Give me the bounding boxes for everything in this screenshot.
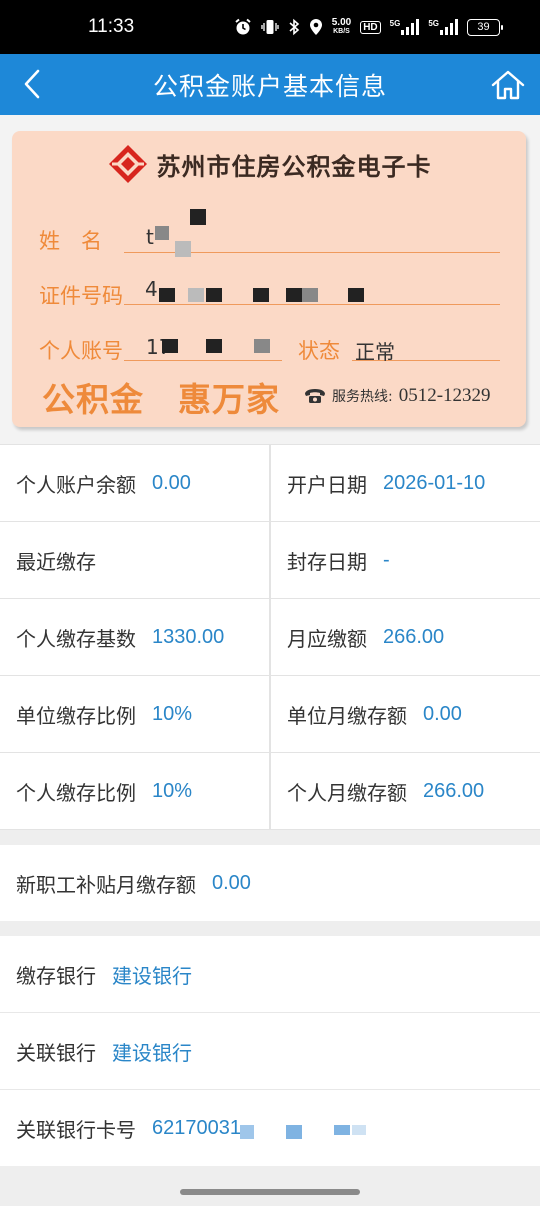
alarm-icon: [234, 18, 252, 36]
redaction-mask: [286, 288, 302, 302]
redaction-mask: [240, 1125, 254, 1139]
name-label: 姓 名: [39, 229, 102, 253]
account-label: 个人账号: [39, 339, 123, 363]
info-cell: 最近缴存: [0, 522, 269, 598]
hotline-label: 服务热线:: [332, 389, 393, 405]
location-icon: [309, 18, 323, 36]
info-cell: 封存日期 -: [271, 522, 540, 598]
home-indicator[interactable]: [180, 1189, 360, 1195]
redaction-mask: [190, 209, 206, 225]
redaction-mask: [348, 288, 364, 302]
id-underline: [124, 304, 500, 305]
fund-e-card: 苏州市住房公积金电子卡 姓 名 t 证件号码 4 个人账号 17 状态 正常 公…: [12, 131, 526, 427]
status-label: 状态: [298, 339, 340, 363]
deposit-bank-label: 缴存银行: [16, 963, 96, 988]
hd-icon: HD: [360, 20, 381, 34]
linked-card-value: 62170031: [152, 1116, 241, 1139]
status-bar: 11:33 5.00 KB/S HD 5G 5G 39: [0, 0, 540, 54]
vibrate-icon: [261, 18, 279, 36]
hotline-number[interactable]: 0512-12329: [399, 385, 491, 407]
redaction-mask: [286, 1125, 302, 1139]
bluetooth-icon: [288, 18, 300, 36]
account-info-grid: 个人账户余额 0.00 开户日期 2026-01-10 最近缴存 封存日期 - …: [0, 444, 540, 830]
redaction-mask: [159, 288, 175, 302]
back-button[interactable]: [16, 68, 48, 100]
home-icon: [491, 70, 525, 100]
linked-bank-value: 建设银行: [112, 1042, 192, 1065]
network-speed: 5.00 KB/S: [331, 17, 352, 36]
redaction-mask: [253, 288, 269, 302]
card-slogan: 公积金 惠万家: [42, 380, 280, 419]
redaction-mask: [254, 339, 270, 353]
info-cell: 个人月缴存额 266.00: [271, 753, 540, 829]
redaction-mask: [206, 339, 222, 353]
linked-card-row: 关联银行卡号 62170031: [0, 1090, 540, 1166]
redaction-mask: [206, 288, 222, 302]
card-title: 苏州市住房公积金电子卡: [156, 151, 432, 181]
fund-logo-icon: [108, 145, 147, 183]
subsidy-value: 0.00: [212, 871, 251, 894]
status-value: 正常: [355, 340, 395, 364]
name-value: t: [146, 225, 154, 249]
redaction-mask: [162, 339, 178, 353]
chevron-left-icon: [24, 69, 40, 99]
card-header: 苏州市住房公积金电子卡: [12, 143, 526, 185]
redaction-mask: [334, 1125, 350, 1135]
redaction-mask: [155, 226, 169, 240]
info-cell: 单位缴存比例 10%: [0, 676, 269, 752]
account-underline: [124, 360, 282, 361]
telephone-icon: [305, 389, 325, 403]
info-cell: 月应缴额 266.00: [271, 599, 540, 675]
app-header: 公积金账户基本信息: [0, 54, 540, 115]
linked-bank-label: 关联银行: [16, 1040, 96, 1065]
info-cell: 单位月缴存额 0.00: [271, 676, 540, 752]
status-icons: 5.00 KB/S HD 5G 5G 39: [234, 17, 503, 36]
id-value: 4: [145, 277, 158, 301]
card-area: 苏州市住房公积金电子卡 姓 名 t 证件号码 4 个人账号 17 状态 正常 公…: [0, 115, 540, 444]
deposit-bank-value: 建设银行: [112, 965, 192, 988]
page-title: 公积金账户基本信息: [152, 71, 387, 101]
redaction-mask: [352, 1125, 366, 1135]
linked-bank-row: 关联银行 建设银行: [0, 1013, 540, 1089]
signal-icon-sim1: 5G: [390, 19, 420, 35]
redaction-mask: [188, 288, 204, 302]
subsidy-row: 新职工补贴月缴存额 0.00: [0, 845, 540, 921]
deposit-bank-row: 缴存银行 建设银行: [0, 936, 540, 1012]
status-time: 11:33: [88, 16, 135, 37]
signal-icon-sim2: 5G: [428, 19, 458, 35]
redaction-mask: [302, 288, 318, 302]
info-cell: 个人缴存比例 10%: [0, 753, 269, 829]
info-cell: 个人账户余额 0.00: [0, 445, 269, 521]
service-hotline: 服务热线: 0512-12329: [304, 385, 491, 407]
home-button[interactable]: [490, 67, 526, 103]
linked-card-label: 关联银行卡号: [16, 1117, 136, 1142]
id-label: 证件号码: [39, 284, 123, 308]
subsidy-label: 新职工补贴月缴存额: [16, 872, 196, 897]
info-cell: 个人缴存基数 1330.00: [0, 599, 269, 675]
battery-icon: 39: [467, 18, 503, 36]
info-cell: 开户日期 2026-01-10: [271, 445, 540, 521]
redaction-mask: [175, 241, 191, 257]
